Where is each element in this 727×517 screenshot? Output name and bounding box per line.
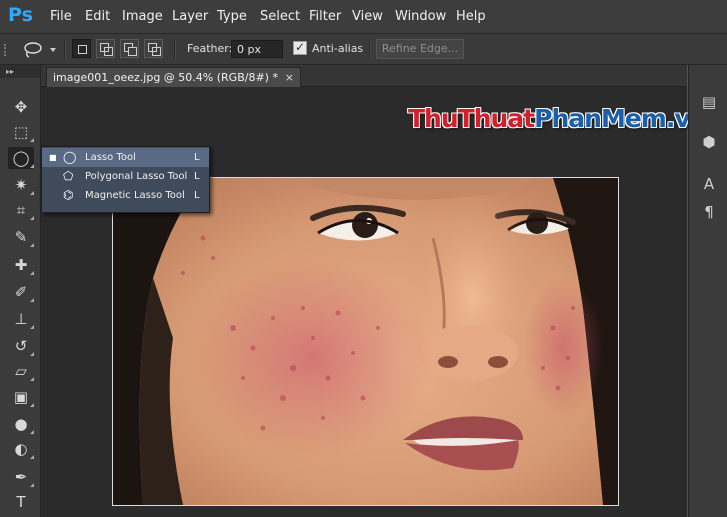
right-panel-dock: ▤ ⬢ A ¶: [688, 65, 727, 517]
lasso-icon: ◯: [63, 150, 77, 164]
watermark-part: Thuat: [457, 104, 535, 133]
tool-group-indicator-icon: [30, 403, 34, 407]
menu-view[interactable]: View: [352, 9, 383, 24]
menu-type[interactable]: Type: [217, 9, 247, 24]
tool-group-indicator-icon: [30, 138, 34, 142]
tool-group-indicator-icon: [30, 455, 34, 459]
lasso-tool-flyout: ■ ◯ Lasso Tool L ⬠ Polygonal Lasso Tool …: [41, 146, 210, 213]
tool-group-indicator-icon: [30, 352, 34, 356]
options-separator: [174, 40, 176, 60]
tool-group-indicator-icon: [30, 377, 34, 381]
document-tab-title: image001_oeez.jpg @ 50.4% (RGB/8#) *: [53, 71, 278, 84]
feather-input[interactable]: 0 px: [231, 40, 283, 58]
close-tab-icon[interactable]: ×: [285, 68, 294, 87]
add-to-selection-button[interactable]: [96, 39, 115, 58]
document-image[interactable]: [112, 177, 619, 506]
dodge-tool-icon[interactable]: ◐: [8, 438, 34, 460]
options-separator: [64, 40, 66, 60]
options-separator: [369, 40, 371, 60]
antialias-checkbox[interactable]: ✓: [293, 41, 307, 55]
flyout-item-shortcut: L: [194, 190, 200, 201]
clone-stamp-tool-icon[interactable]: ⊥: [8, 308, 34, 330]
eraser-tool-icon[interactable]: ▱: [8, 360, 34, 382]
document-tab[interactable]: image001_oeez.jpg @ 50.4% (RGB/8#) * ×: [46, 67, 301, 87]
tool-group-indicator-icon: [30, 243, 34, 247]
tools-panel-collapse-icon[interactable]: ▸▸: [0, 65, 40, 78]
lasso-tool-icon[interactable]: ◯: [8, 147, 34, 169]
tool-group-indicator-icon: [30, 164, 34, 168]
polygonal-lasso-icon: ⬠: [63, 169, 74, 183]
watermark-part: Thu: [408, 104, 459, 133]
tool-group-indicator-icon: [30, 216, 34, 220]
menu-help[interactable]: Help: [456, 9, 486, 24]
character-panel-icon[interactable]: A: [699, 175, 719, 193]
flyout-item-magnetic-lasso[interactable]: ⌬ Magnetic Lasso Tool L: [42, 186, 209, 205]
menu-bar: Ps File Edit Image Layer Type Select Fil…: [0, 0, 727, 34]
lasso-preset-icon[interactable]: [22, 41, 46, 59]
menu-filter[interactable]: Filter: [309, 9, 341, 24]
flyout-item-shortcut: L: [194, 152, 200, 163]
magic-wand-tool-icon[interactable]: ✷: [8, 174, 34, 196]
menu-file[interactable]: File: [50, 9, 72, 24]
tool-group-indicator-icon: [30, 483, 34, 487]
flyout-item-label: Magnetic Lasso Tool: [85, 190, 185, 201]
flyout-item-shortcut: L: [194, 171, 200, 182]
menu-edit[interactable]: Edit: [85, 9, 110, 24]
move-tool-icon[interactable]: ✥: [8, 96, 34, 118]
new-selection-button[interactable]: [72, 39, 91, 58]
crop-tool-icon[interactable]: ⌗: [8, 199, 34, 221]
photoshop-logo: Ps: [8, 4, 33, 26]
gradient-tool-icon[interactable]: ▣: [8, 386, 34, 408]
eyedropper-tool-icon[interactable]: ✎: [8, 226, 34, 248]
feather-label: Feather:: [187, 42, 233, 55]
menu-layer[interactable]: Layer: [172, 9, 208, 24]
subtract-from-selection-button[interactable]: [120, 39, 139, 58]
tool-group-indicator-icon: [30, 430, 34, 434]
flyout-item-lasso[interactable]: ■ ◯ Lasso Tool L: [42, 148, 209, 167]
options-bar-grip[interactable]: [4, 44, 9, 56]
face-photo: [113, 178, 618, 505]
antialias-label: Anti-alias: [312, 42, 364, 55]
tool-group-indicator-icon: [30, 271, 34, 275]
history-brush-tool-icon[interactable]: ↺: [8, 335, 34, 357]
watermark-logo: ThuThuatPhanMem.vn: [408, 104, 707, 133]
flyout-item-polygonal-lasso[interactable]: ⬠ Polygonal Lasso Tool L: [42, 167, 209, 186]
menu-select[interactable]: Select: [260, 9, 300, 24]
marquee-tool-icon[interactable]: ⬚: [8, 121, 34, 143]
pen-tool-icon[interactable]: ✒: [8, 466, 34, 488]
blur-tool-icon[interactable]: ●: [8, 413, 34, 435]
tool-group-indicator-icon: [30, 325, 34, 329]
menu-window[interactable]: Window: [395, 9, 446, 24]
menu-image[interactable]: Image: [122, 9, 163, 24]
tool-group-indicator-icon: [30, 191, 34, 195]
options-bar: [0, 34, 727, 65]
preset-dropdown-arrow-icon[interactable]: [50, 48, 56, 52]
selected-dot-icon: ■: [49, 153, 57, 162]
paragraph-panel-icon[interactable]: ¶: [699, 203, 719, 221]
panel-menu-icon[interactable]: ▤: [699, 93, 719, 111]
tool-group-indicator-icon: [30, 298, 34, 302]
healing-brush-tool-icon[interactable]: ✚: [8, 254, 34, 276]
watermark-part: Mem: [600, 104, 667, 133]
3d-panel-icon[interactable]: ⬢: [699, 133, 719, 151]
magnetic-lasso-icon: ⌬: [63, 188, 74, 202]
flyout-item-label: Lasso Tool: [85, 152, 136, 163]
refine-edge-button[interactable]: Refine Edge...: [376, 39, 464, 59]
intersect-selection-button[interactable]: [144, 39, 163, 58]
watermark-part: Phan: [534, 104, 602, 133]
type-tool-icon[interactable]: T: [8, 491, 34, 513]
brush-tool-icon[interactable]: ✐: [8, 281, 34, 303]
document-tab-bar: image001_oeez.jpg @ 50.4% (RGB/8#) * ×: [41, 65, 687, 87]
